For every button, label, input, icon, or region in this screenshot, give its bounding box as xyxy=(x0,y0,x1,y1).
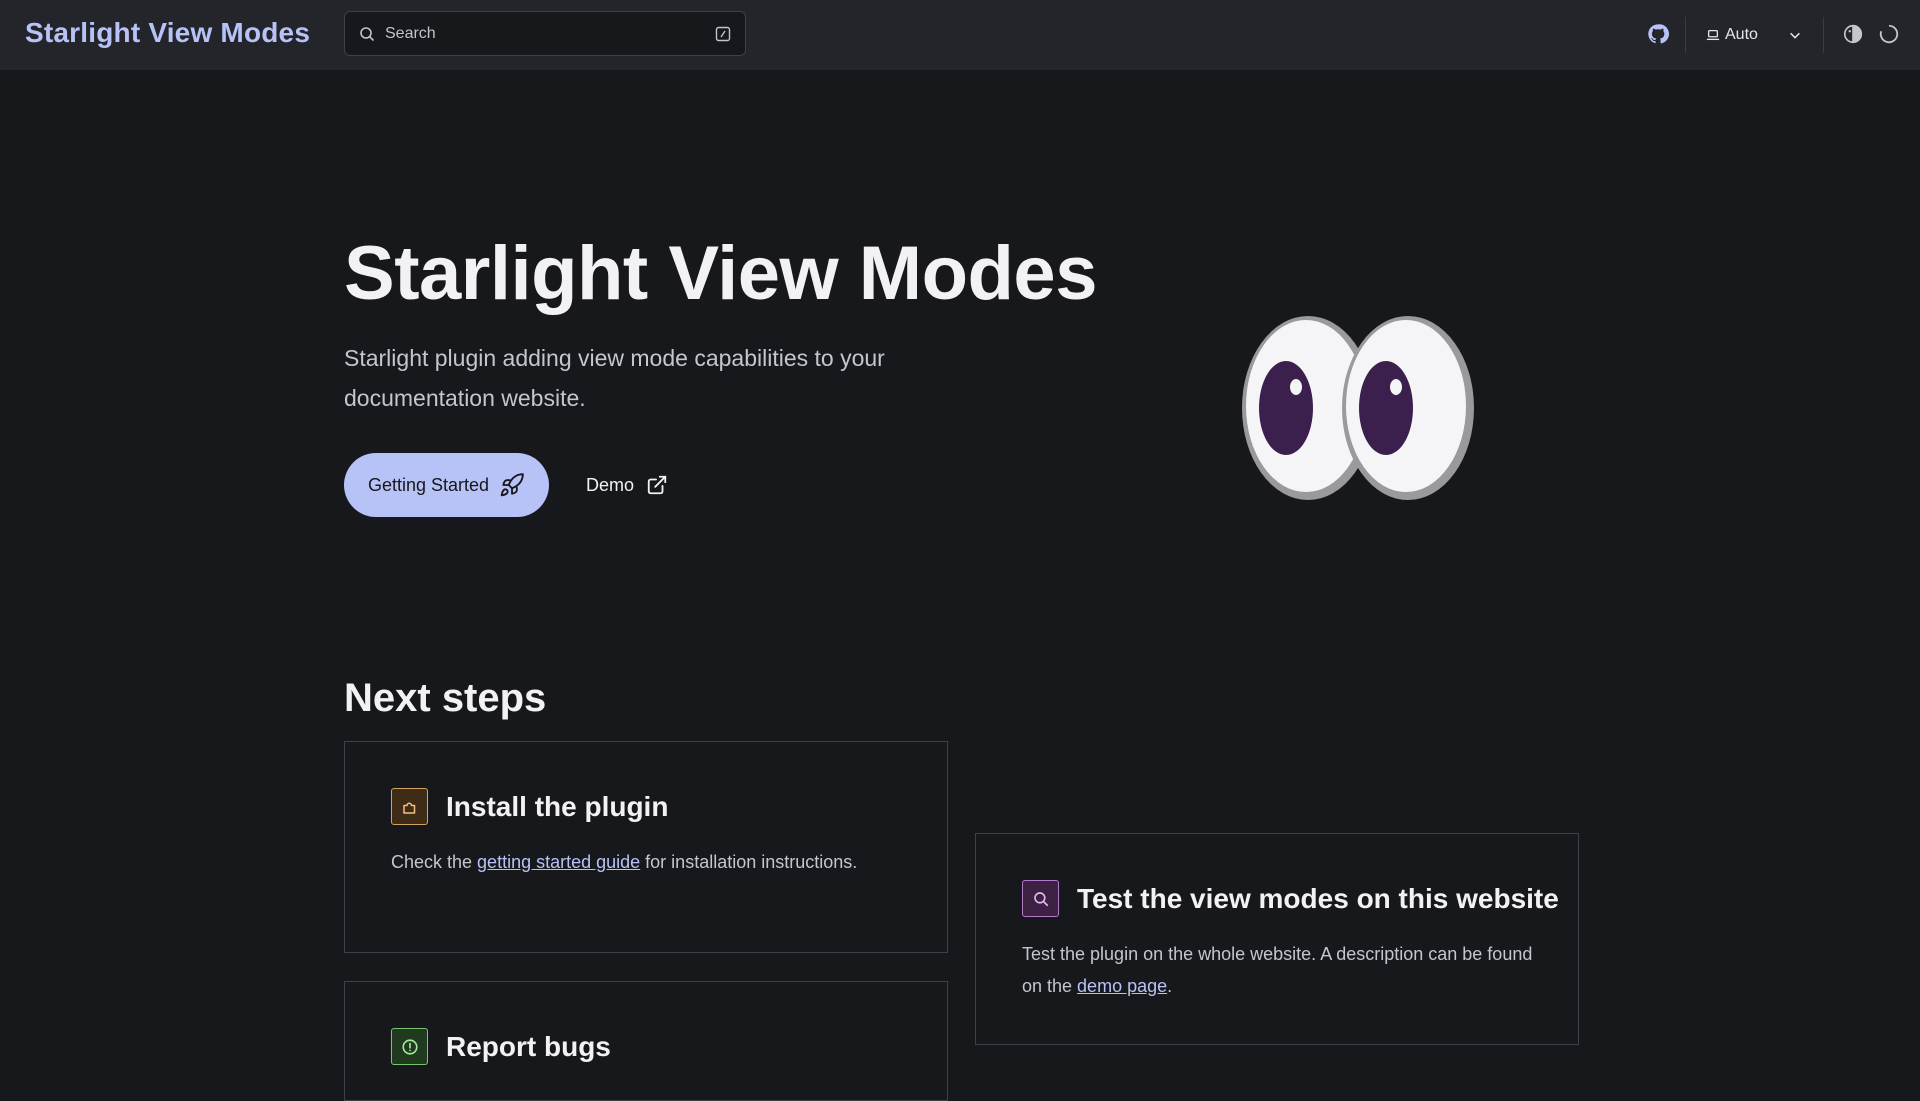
rocket-icon xyxy=(499,472,525,498)
getting-started-guide-link[interactable]: getting started guide xyxy=(477,852,640,872)
card-install-plugin: Install the plugin Check the getting sta… xyxy=(344,741,948,953)
view-mode-icon[interactable] xyxy=(1841,22,1865,46)
external-link-icon xyxy=(646,474,668,496)
eyes-illustration xyxy=(1240,312,1480,509)
demo-page-link[interactable]: demo page xyxy=(1077,976,1167,996)
magnifier-icon xyxy=(1022,880,1059,917)
card-title: Report bugs xyxy=(446,1030,611,1062)
card-title: Test the view modes on this website xyxy=(1077,882,1559,914)
card-text: Check the getting started guide for inst… xyxy=(391,846,911,878)
github-icon[interactable] xyxy=(1646,22,1670,46)
chevron-down-icon xyxy=(1788,28,1802,42)
card-text-part: . xyxy=(1167,976,1173,996)
getting-started-button[interactable]: Getting Started xyxy=(344,453,549,517)
hero-tagline: Starlight plugin adding view mode capabi… xyxy=(344,345,885,411)
card-report-bugs: Report bugs xyxy=(344,981,948,1101)
loading-spinner-icon[interactable] xyxy=(1877,22,1901,46)
search-button[interactable]: Search xyxy=(344,11,746,56)
hero-title: Starlight View Modes xyxy=(344,231,1097,316)
search-icon xyxy=(359,26,375,42)
site-title-link[interactable]: Starlight View Modes xyxy=(25,17,310,49)
card-text-part: for installation instructions. xyxy=(640,852,858,872)
getting-started-label: Getting Started xyxy=(367,474,490,495)
card-test-view-modes: Test the view modes on this website Test… xyxy=(975,833,1579,1045)
puzzle-icon xyxy=(391,788,428,825)
demo-link[interactable]: Demo xyxy=(586,469,668,501)
alert-circle-icon xyxy=(391,1028,428,1065)
next-steps-heading: Next steps xyxy=(344,676,547,720)
search-label: Search xyxy=(385,24,436,42)
demo-label: Demo xyxy=(586,474,635,495)
header-divider xyxy=(1823,17,1824,53)
site-header: Starlight View Modes Search Auto xyxy=(0,0,1920,70)
laptop-icon xyxy=(1706,28,1720,42)
theme-select[interactable]: Auto xyxy=(1706,20,1802,50)
header-divider xyxy=(1685,17,1686,53)
theme-select-value: Auto xyxy=(1725,26,1758,43)
card-text: Test the plugin on the whole website. A … xyxy=(1022,938,1542,1002)
card-title: Install the plugin xyxy=(446,790,669,822)
keyboard-shortcut-icon xyxy=(715,26,731,42)
card-text-part: Check the xyxy=(391,852,478,872)
